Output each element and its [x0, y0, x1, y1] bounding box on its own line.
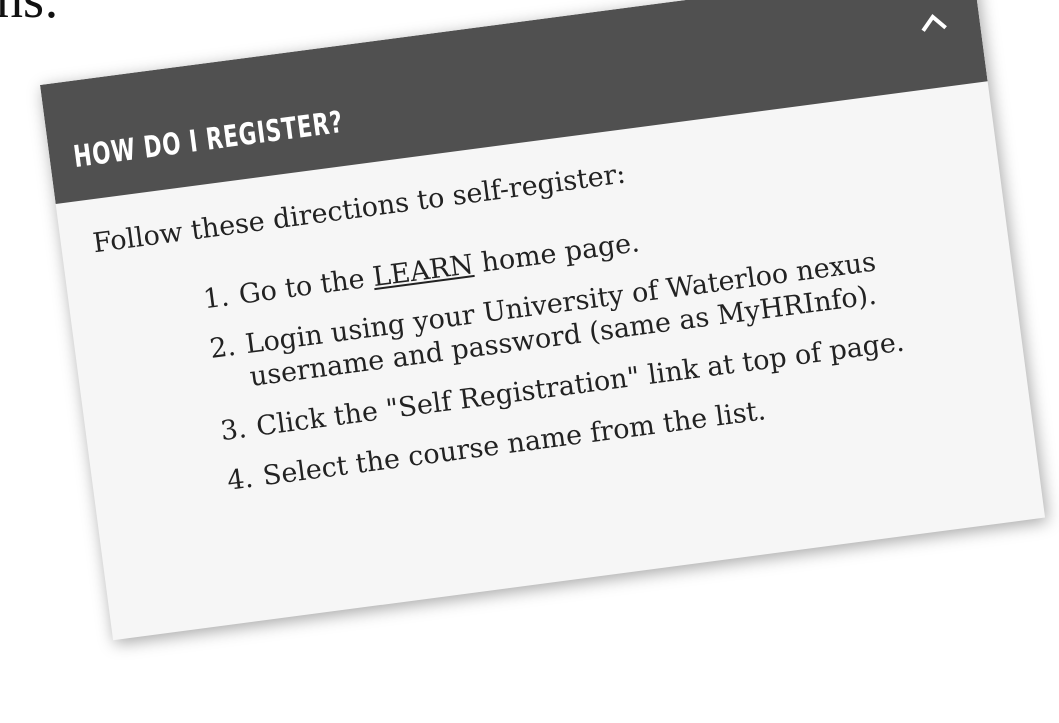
- learn-link[interactable]: LEARN: [371, 249, 475, 293]
- chevron-up-icon: [921, 13, 947, 32]
- step-number: 4.: [225, 462, 255, 497]
- previous-text-fragment: ns:: [0, 0, 59, 26]
- collapse-button[interactable]: [915, 4, 951, 40]
- step-number: 2.: [207, 330, 238, 365]
- register-accordion-card: HOW DO I REGISTER? Follow these directio…: [40, 0, 1046, 641]
- step-text-after: home page.: [471, 227, 642, 280]
- step-number: 3.: [218, 413, 249, 448]
- step-text-before: Go to the: [237, 262, 375, 311]
- step-number: 1.: [201, 281, 231, 316]
- accordion-title: HOW DO I REGISTER?: [71, 104, 346, 176]
